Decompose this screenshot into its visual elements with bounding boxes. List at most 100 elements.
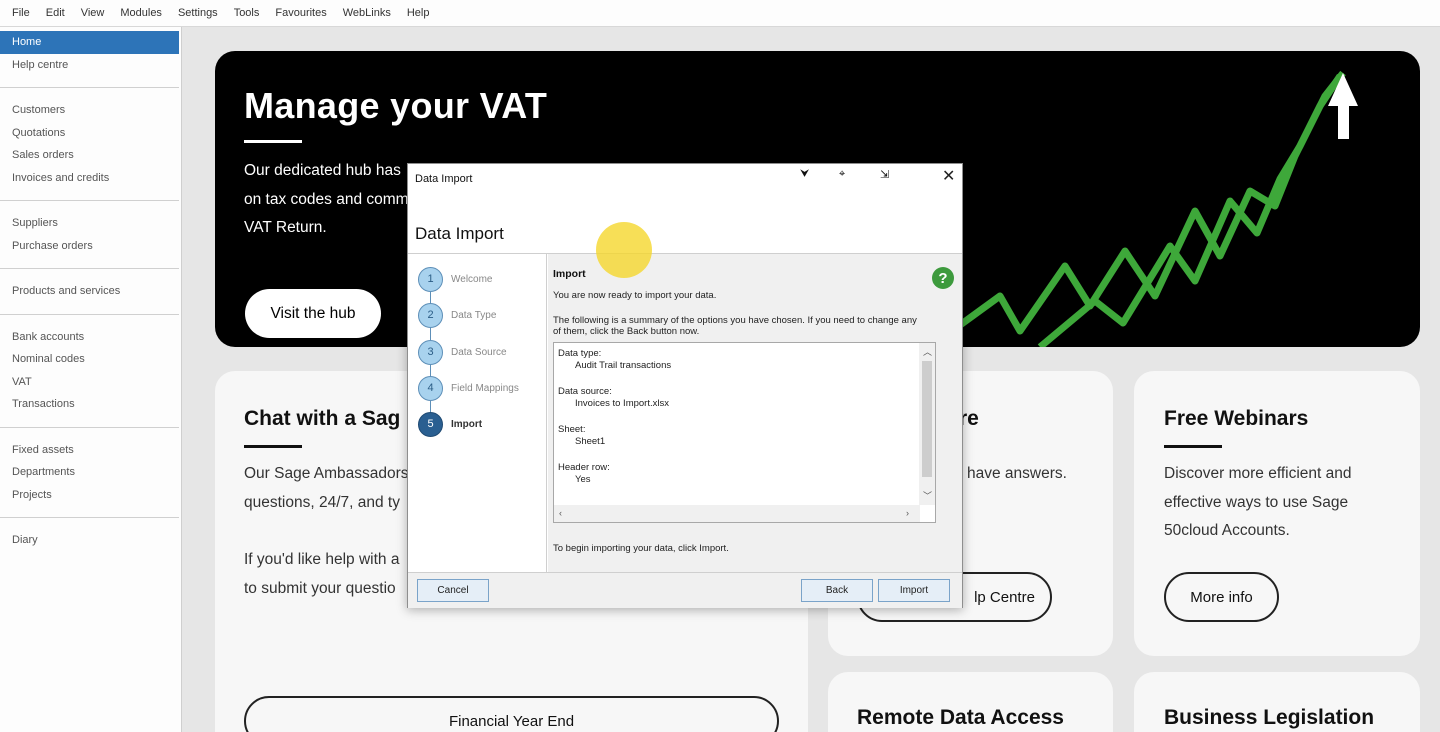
step-label: Data Type [451,309,497,321]
sidebar-item-home[interactable]: Home [0,31,179,54]
step-label: Import [451,418,483,430]
webinars-card-text: Discover more efficient and [1164,465,1352,482]
menu-tools[interactable]: Tools [226,7,268,19]
vertical-scrollbar[interactable]: ︿ ﹀ [919,343,935,505]
sidebar-item-sales-orders[interactable]: Sales orders [0,144,181,167]
step-number: 2 [418,302,443,328]
webinars-card-text: 50cloud Accounts. [1164,522,1290,539]
summary-intro-line: of them, click the Back button now. [553,326,700,337]
sidebar-divider [0,268,179,269]
summary-label: Data source: [558,386,612,397]
wizard-steps: 1 Welcome 2 Data Type 3 Data Source 4 Fi… [408,254,547,572]
summary-value: Yes [575,474,591,485]
free-webinars-card: Free Webinars Discover more efficient an… [1134,371,1420,656]
hero-text-line: Our dedicated hub has [244,162,401,179]
dialog-footer: Cancel Back Import [408,572,962,608]
chat-card-text: to submit your questio [244,580,396,597]
chat-card-text: If you'd like help with a [244,551,400,568]
chat-card-title: Chat with a Sag [244,407,401,430]
sidebar-item-purchase-orders[interactable]: Purchase orders [0,235,181,258]
scroll-right-icon[interactable]: › [906,508,909,518]
more-info-button[interactable]: More info [1164,572,1279,622]
business-legislation-card: Business Legislation [1134,672,1420,732]
step-data-type[interactable]: 2 Data Type [418,302,543,328]
help-centre-button-label: lp Centre [974,588,1035,606]
menu-settings[interactable]: Settings [170,7,226,19]
hero-title: Manage your VAT [244,85,548,126]
menu-edit[interactable]: Edit [38,7,73,19]
summary-label: Header row: [558,462,610,473]
sidebar-item-help-centre[interactable]: Help centre [0,54,181,77]
sidebar-item-invoices[interactable]: Invoices and credits [0,167,181,190]
import-pane: Import ? You are now ready to import you… [548,254,962,572]
hero-text-line: VAT Return. [244,219,327,236]
dialog-window-title: Data Import [415,173,473,185]
sidebar-item-fixed-assets[interactable]: Fixed assets [0,439,181,462]
sidebar-item-nominal-codes[interactable]: Nominal codes [0,348,181,371]
sidebar-divider [0,200,179,201]
remote-data-access-card: Remote Data Access [828,672,1113,732]
menu-modules[interactable]: Modules [112,7,170,19]
sidebar-item-transactions[interactable]: Transactions [0,393,181,416]
horizontal-scrollbar[interactable]: ‹ › [554,505,920,522]
help-card-text: have answers. [967,465,1067,482]
sidebar-item-products[interactable]: Products and services [0,280,181,303]
pane-title: Import [553,268,586,280]
close-icon[interactable]: ✕ [942,166,955,186]
step-import[interactable]: 5 Import [418,411,543,437]
menu-weblinks[interactable]: WebLinks [335,7,399,19]
help-icon[interactable]: ? [932,267,954,289]
step-welcome[interactable]: 1 Welcome [418,266,543,292]
scroll-down-icon[interactable]: ﹀ [923,489,932,502]
visit-hub-button[interactable]: Visit the hub [245,289,381,338]
scroll-thumb[interactable] [922,361,932,477]
cancel-button[interactable]: Cancel [417,579,489,602]
summary-box[interactable]: Data type: Audit Trail transactions Data… [553,342,936,523]
sidebar-item-bank-accounts[interactable]: Bank accounts [0,326,181,349]
menu-help[interactable]: Help [399,7,438,19]
webinars-card-title: Free Webinars [1164,407,1309,430]
financial-year-end-button[interactable]: Financial Year End [244,696,779,732]
sidebar-divider [0,517,179,518]
back-button[interactable]: Back [801,579,873,602]
webinars-card-text: effective ways to use Sage [1164,494,1349,511]
begin-import-text: To begin importing your data, click Impo… [553,543,729,554]
step-label: Field Mappings [451,382,519,394]
import-button[interactable]: Import [878,579,950,602]
step-number: 3 [418,339,443,365]
legislation-card-title: Business Legislation [1164,706,1375,729]
trend-arrow-graphic [945,70,1358,347]
hero-underline [244,140,302,143]
summary-intro-line: The following is a summary of the option… [553,315,917,326]
menu-file[interactable]: File [4,7,38,19]
dock-icon[interactable]: ⇲ [880,168,889,181]
sidebar-item-departments[interactable]: Departments [0,461,181,484]
step-number: 1 [418,266,443,292]
sidebar-item-customers[interactable]: Customers [0,99,181,122]
dialog-heading: Data Import [415,224,504,243]
summary-value: Invoices to Import.xlsx [575,398,669,409]
summary-value: Audit Trail transactions [575,360,672,371]
scroll-up-icon[interactable]: ︿ [923,345,932,358]
sidebar-item-vat[interactable]: VAT [0,371,181,394]
step-number: 5 [418,411,443,437]
chat-card-text: Our Sage Ambassadors [244,465,409,482]
hero-text-line: on tax codes and comm [244,190,409,208]
menu-view[interactable]: View [73,7,113,19]
sidebar-divider [0,426,179,428]
step-number: 4 [418,375,443,401]
menu-favourites[interactable]: Favourites [267,7,334,19]
step-data-source[interactable]: 3 Data Source [418,339,543,365]
pin-icon[interactable]: ⌖ [839,168,845,181]
step-field-mappings[interactable]: 4 Field Mappings [418,375,543,401]
sidebar-item-diary[interactable]: Diary [0,529,181,552]
sidebar-item-quotations[interactable]: Quotations [0,122,181,145]
dropdown-icon[interactable]: ⮟ [800,168,809,181]
step-label: Welcome [451,273,493,285]
sidebar-item-suppliers[interactable]: Suppliers [0,212,181,235]
step-label: Data Source [451,346,507,358]
scroll-left-icon[interactable]: ‹ [559,508,562,518]
remote-card-title: Remote Data Access [857,706,1064,729]
summary-label: Data type: [558,348,602,359]
sidebar-item-projects[interactable]: Projects [0,484,181,507]
